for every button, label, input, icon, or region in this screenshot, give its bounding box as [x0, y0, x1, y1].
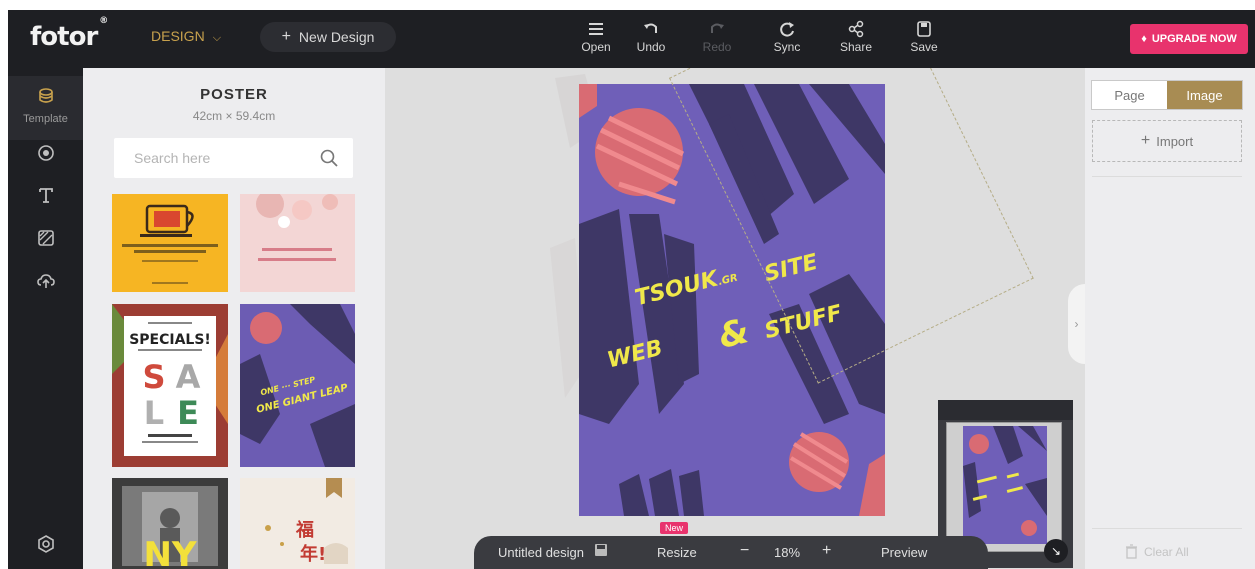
fotor-logo[interactable]: fotor®	[30, 16, 108, 52]
share-icon	[831, 18, 881, 40]
zoom-level: 18%	[774, 545, 801, 560]
tab-page[interactable]: Page	[1092, 81, 1167, 109]
svg-text:S: S	[142, 358, 165, 396]
clear-all-label: Clear All	[1144, 544, 1189, 559]
svg-text:SPECIALS!: SPECIALS!	[129, 332, 211, 348]
poster-text-gr: .GR	[717, 272, 739, 288]
svg-text:福: 福	[295, 519, 314, 541]
top-bar: fotor® DESIGN ⌵ + New Design Open Undo Re…	[8, 10, 1255, 68]
elements-icon	[8, 143, 83, 168]
upload-cloud-icon	[8, 271, 83, 296]
undo-icon	[626, 18, 676, 40]
upgrade-now-button[interactable]: ♦ UPGRADE NOW	[1130, 24, 1248, 54]
minimap-toggle-button[interactable]: ↘	[1044, 539, 1068, 563]
plus-icon: +	[281, 28, 291, 45]
document-name[interactable]: Untitled design	[498, 545, 584, 560]
import-label: Import	[1156, 133, 1194, 149]
rail-settings[interactable]	[8, 534, 83, 559]
clear-all-button[interactable]: Clear All	[1125, 544, 1189, 559]
panel-title: POSTER	[200, 86, 268, 103]
minimap-header	[938, 400, 1073, 420]
doc-save-icon[interactable]	[594, 543, 608, 560]
template-thumb-giant-leap[interactable]: ONE ··· STEP ONE GIANT LEAP	[240, 304, 355, 467]
tool-rail: Template	[8, 68, 83, 569]
template-thumb-coffee[interactable]	[112, 194, 228, 292]
rail-item-template-label: Template	[23, 113, 68, 125]
template-search	[114, 138, 353, 178]
settings-icon	[8, 534, 83, 559]
svg-text:NY: NY	[143, 535, 196, 569]
svg-text:L: L	[144, 394, 164, 432]
template-thumb-spring[interactable]	[240, 194, 355, 292]
save-label: Save	[910, 40, 938, 54]
poster-size: 42cm × 59.4cm	[192, 109, 276, 123]
logo-text: fotor	[30, 22, 98, 52]
text-icon	[8, 185, 83, 210]
template-thumb-sale[interactable]: SPECIALS! S A L E	[112, 304, 228, 467]
design-menu-label: DESIGN	[151, 28, 205, 44]
svg-text:E: E	[177, 394, 199, 432]
template-thumb-new-year[interactable]: 福 年!	[240, 478, 355, 569]
plus-icon: +	[1140, 132, 1151, 149]
divider	[1092, 176, 1242, 177]
rail-item-template[interactable]: Template	[8, 76, 83, 140]
fotor-editor: fotor® DESIGN ⌵ + New Design Open Undo Re…	[0, 0, 1255, 569]
divider	[1092, 528, 1242, 529]
registered-mark: ®	[99, 16, 108, 27]
undo-label: Undo	[636, 40, 666, 54]
undo-button[interactable]: Undo	[626, 18, 676, 54]
diamond-icon: ♦	[1141, 33, 1147, 45]
rail-item-elements[interactable]	[8, 143, 83, 168]
design-menu[interactable]: DESIGN ⌵	[151, 28, 221, 45]
svg-text:年!: 年!	[300, 543, 326, 565]
open-label: Open	[581, 40, 611, 54]
import-button[interactable]: + Import	[1092, 120, 1242, 162]
tab-image[interactable]: Image	[1167, 81, 1242, 109]
resize-button[interactable]: Resize	[657, 545, 697, 560]
template-icon	[8, 86, 83, 111]
search-icon[interactable]	[319, 148, 339, 173]
redo-button[interactable]: Redo	[692, 18, 742, 54]
background-icon	[8, 228, 83, 253]
right-panel-tabs: Page Image	[1091, 80, 1243, 110]
zoom-in-button[interactable]: +	[822, 542, 831, 560]
redo-label: Redo	[702, 40, 732, 54]
right-panel: Page Image + Import Clear All	[1085, 68, 1255, 569]
new-design-label: New Design	[298, 29, 375, 45]
bottom-bar: New Untitled design Resize − 18% + Previ…	[474, 522, 988, 569]
sync-label: Sync	[773, 40, 801, 54]
sync-icon	[762, 18, 812, 40]
template-thumb-ny[interactable]: NY	[112, 478, 228, 569]
save-button[interactable]: Save	[899, 18, 949, 54]
collapse-right-panel[interactable]: ›	[1068, 284, 1085, 364]
upgrade-label: UPGRADE NOW	[1151, 33, 1237, 45]
new-badge: New	[660, 522, 689, 534]
preview-button[interactable]: Preview	[881, 545, 927, 560]
template-panel: POSTER 42cm × 59.4cm Search here SPECIAL…	[83, 68, 385, 569]
svg-text:A: A	[176, 358, 201, 396]
rail-item-background[interactable]	[8, 228, 83, 253]
share-label: Share	[839, 40, 873, 54]
chevron-right-icon: ›	[1074, 317, 1079, 331]
new-design-button[interactable]: + New Design	[260, 22, 396, 52]
save-icon	[899, 18, 949, 40]
redo-icon	[692, 18, 742, 40]
minimap-poster	[963, 426, 1047, 544]
menu-icon	[571, 18, 621, 40]
rail-item-upload[interactable]	[8, 271, 83, 296]
trash-icon	[1126, 544, 1137, 559]
rail-item-text[interactable]	[8, 185, 83, 210]
design-canvas-area[interactable]: TSOUK.GR SITE & STUFF WEB › ↘	[385, 68, 1085, 569]
share-button[interactable]: Share	[831, 18, 881, 54]
zoom-out-button[interactable]: −	[740, 542, 749, 560]
chevron-down-icon: ⌵	[212, 32, 222, 44]
sync-button[interactable]: Sync	[762, 18, 812, 54]
arrow-down-right-icon: ↘	[1050, 544, 1062, 558]
open-button[interactable]: Open	[571, 18, 621, 54]
search-input[interactable]	[134, 148, 314, 168]
